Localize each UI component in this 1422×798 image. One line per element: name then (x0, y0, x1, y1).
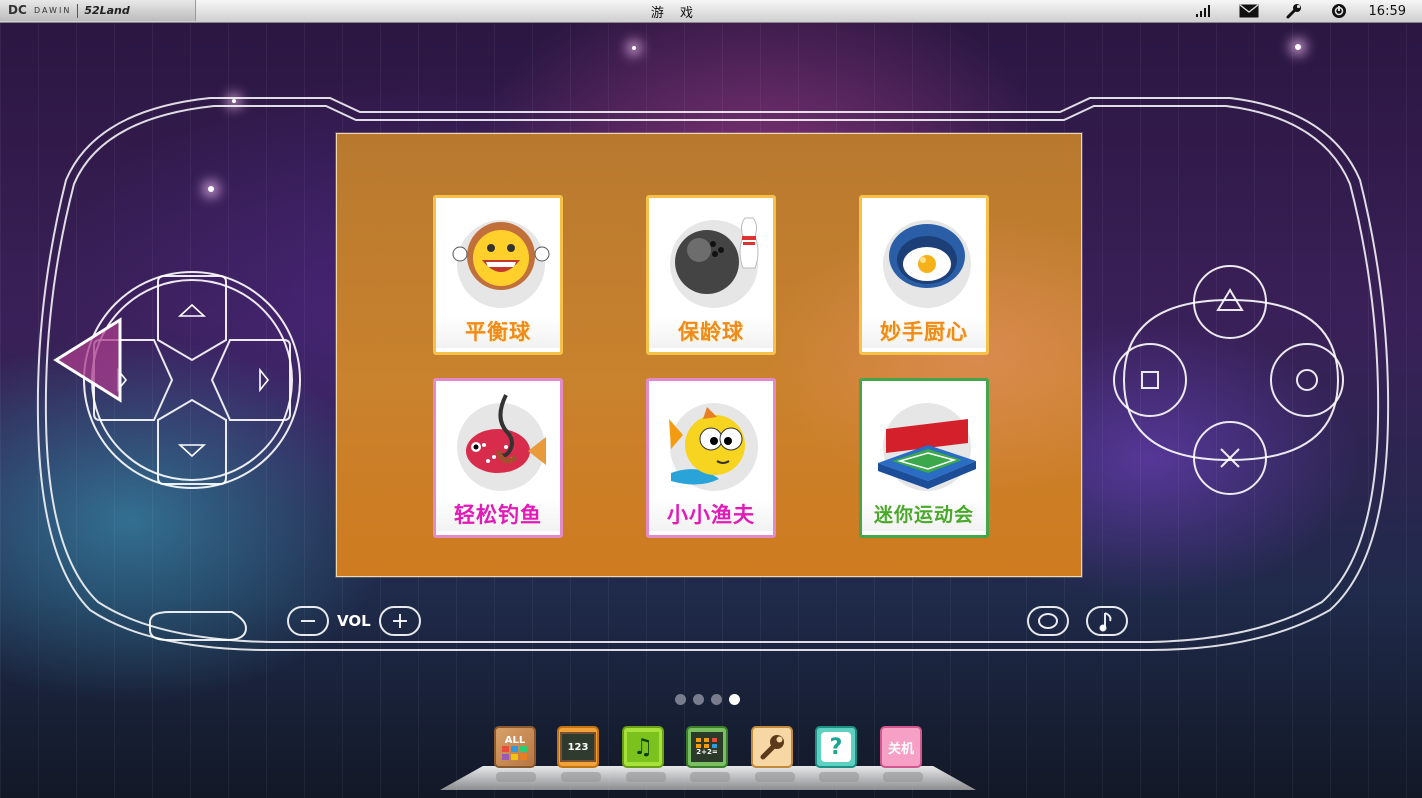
page-dot-active[interactable] (729, 694, 740, 705)
dock-all-apps-button[interactable]: ALL (494, 726, 536, 768)
music-icon: ♫ (627, 732, 659, 762)
dock-reflection (496, 772, 536, 782)
game-label: 迷你运动会 (862, 499, 986, 531)
dock-settings-button[interactable] (751, 726, 793, 768)
chalkboard-icon: 123 (560, 732, 596, 762)
smiley-ball-icon (452, 220, 550, 308)
pufferfish-hook-icon (457, 394, 546, 491)
game-tile-cooking[interactable]: 妙手厨心 (859, 195, 989, 355)
game-label: 平衡球 (436, 316, 560, 348)
wrench-settings-icon (760, 735, 784, 760)
dock-help-button[interactable]: ? (815, 726, 857, 768)
dock-reflection (883, 772, 923, 782)
dock-label: 2+2= (696, 748, 718, 756)
dock-reflection (626, 772, 666, 782)
game-label: 小小渔夫 (649, 499, 773, 531)
dock-label: ♫ (633, 734, 653, 760)
game-label: 保龄球 (649, 316, 773, 348)
game-tile-little-fisherman[interactable]: 小小渔夫 (646, 378, 776, 538)
page-dot[interactable] (693, 694, 704, 705)
fried-egg-pan-icon (883, 220, 971, 308)
yellow-fish-icon (669, 403, 758, 491)
page-indicator (675, 694, 740, 705)
dock-shutdown-button[interactable]: 关机 (880, 726, 922, 768)
page-dot[interactable] (711, 694, 722, 705)
dock-calculator-button[interactable]: 2+2= (686, 726, 728, 768)
games-panel: 平衡球 保龄球 妙手厨心 轻松钓鱼 小小渔夫 迷你运动会 (336, 133, 1082, 577)
dock-reflection (819, 772, 859, 782)
page-dot[interactable] (675, 694, 686, 705)
dock-music-button[interactable]: ♫ (622, 726, 664, 768)
dock-reflection (561, 772, 601, 782)
sports-field-icon (878, 403, 976, 491)
game-tile-balance-ball[interactable]: 平衡球 (433, 195, 563, 355)
bowling-icon (670, 217, 759, 308)
help-icon: ? (821, 732, 851, 762)
dock-chalkboard-button[interactable]: 123 (557, 726, 599, 768)
game-tile-mini-sports[interactable]: 迷你运动会 (859, 378, 989, 538)
dock-reflection (755, 772, 795, 782)
game-label: 妙手厨心 (862, 316, 986, 348)
dock-label: ALL (504, 734, 526, 746)
shutdown-icon: 关机 (887, 741, 914, 757)
vol-label: VOL (337, 612, 371, 630)
dock-label: 123 (567, 741, 589, 753)
dock-label: ? (829, 734, 843, 760)
game-tile-easy-fishing[interactable]: 轻松钓鱼 (433, 378, 563, 538)
calculator-icon: 2+2= (691, 732, 723, 762)
game-label: 轻松钓鱼 (436, 499, 560, 531)
dock-reflection (690, 772, 730, 782)
prev-page-arrow (53, 317, 122, 403)
all-apps-icon: ALL (502, 735, 528, 760)
game-tile-bowling[interactable]: 保龄球 (646, 195, 776, 355)
